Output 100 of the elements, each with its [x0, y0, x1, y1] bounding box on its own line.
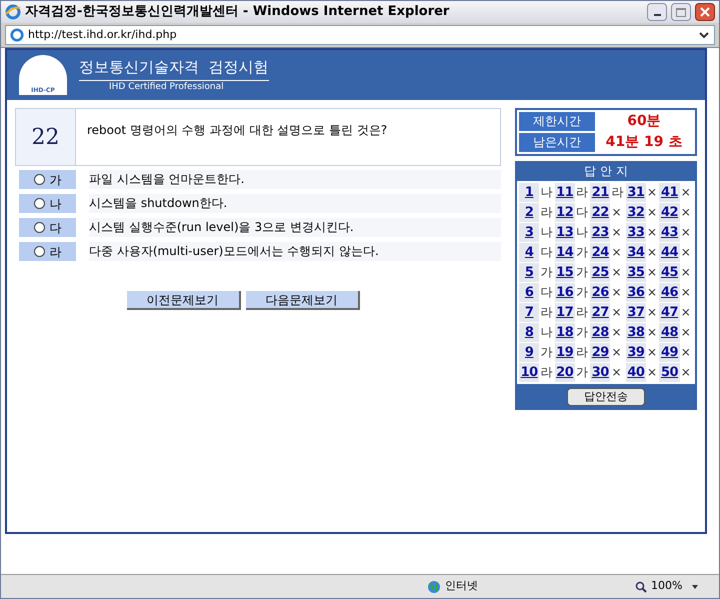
answer-mark: × — [610, 344, 623, 361]
question-link[interactable]: 39 — [626, 343, 646, 362]
zoom-icon[interactable] — [635, 580, 647, 592]
answer-mark: × — [610, 244, 623, 261]
answer-mark: 가 — [574, 264, 589, 281]
answer-mark: 라 — [574, 304, 589, 321]
globe-icon — [427, 580, 441, 594]
question-link[interactable]: 6 — [519, 283, 540, 302]
answer-mark: × — [646, 264, 658, 281]
question-link[interactable]: 10 — [519, 363, 540, 382]
question-link[interactable]: 11 — [554, 183, 575, 202]
question-link[interactable]: 36 — [626, 283, 646, 302]
answer-mark: × — [680, 304, 692, 321]
question-link[interactable]: 16 — [554, 283, 575, 302]
answer-mark: 라 — [574, 344, 589, 361]
minimize-button[interactable] — [647, 3, 667, 21]
question-link[interactable]: 19 — [554, 343, 575, 362]
url-text: http://test.ihd.or.kr/ihd.php — [28, 26, 178, 43]
answer-mark: × — [610, 224, 623, 241]
question-link[interactable]: 13 — [554, 223, 575, 242]
question-link[interactable]: 22 — [590, 203, 610, 222]
answer-mark: 다 — [539, 244, 554, 261]
question-link[interactable]: 17 — [554, 303, 575, 322]
answer-mark: × — [646, 304, 658, 321]
question-link[interactable]: 3 — [519, 223, 540, 242]
question-link[interactable]: 46 — [659, 283, 680, 302]
answer-mark: 가 — [574, 364, 589, 381]
question-link[interactable]: 9 — [519, 343, 540, 362]
answer-mark: × — [680, 264, 692, 281]
question-link[interactable]: 41 — [659, 183, 680, 202]
question-link[interactable]: 18 — [554, 323, 575, 342]
page-icon — [10, 28, 24, 42]
question-link[interactable]: 40 — [626, 363, 646, 382]
question-link[interactable]: 21 — [590, 183, 610, 202]
question-link[interactable]: 1 — [519, 183, 540, 202]
question-link[interactable]: 49 — [659, 343, 680, 362]
question-link[interactable]: 12 — [554, 203, 575, 222]
question-link[interactable]: 35 — [626, 263, 646, 282]
option-text: 파일 시스템을 언마운트한다. — [89, 170, 501, 189]
question-link[interactable]: 8 — [519, 323, 540, 342]
question-link[interactable]: 34 — [626, 243, 646, 262]
question-link[interactable]: 7 — [519, 303, 540, 322]
timer-value: 41분 19 초 — [604, 133, 684, 152]
close-button[interactable] — [695, 3, 715, 21]
question-link[interactable]: 38 — [626, 323, 646, 342]
zoom-level[interactable]: 100% — [651, 578, 691, 595]
close-icon — [700, 7, 710, 17]
question-link[interactable]: 50 — [659, 363, 680, 382]
question-link[interactable]: 24 — [590, 243, 610, 262]
question-link[interactable]: 42 — [659, 203, 680, 222]
answer-mark: 가 — [574, 324, 589, 341]
option-radio[interactable]: 다 — [19, 218, 76, 237]
answer-mark: × — [646, 184, 658, 201]
question-link[interactable]: 31 — [626, 183, 646, 202]
answer-mark: × — [610, 364, 623, 381]
answer-mark: 라 — [610, 184, 624, 201]
answer-mark: × — [680, 224, 692, 241]
question-link[interactable]: 37 — [626, 303, 646, 322]
answer-mark: × — [610, 204, 623, 221]
question-link[interactable]: 2 — [519, 203, 540, 222]
question-link[interactable]: 23 — [590, 223, 610, 242]
question-link[interactable]: 20 — [554, 363, 575, 382]
address-bar[interactable]: http://test.ihd.or.kr/ihd.php — [5, 25, 715, 45]
security-zone-text: 인터넷 — [445, 578, 479, 594]
caret-icon[interactable] — [691, 584, 699, 590]
option-radio[interactable]: 가 — [19, 170, 76, 189]
submit-answers-button[interactable]: 답안전송 — [567, 388, 645, 406]
previous-question-button[interactable]: 이전문제보기 — [126, 291, 240, 310]
question-link[interactable]: 47 — [659, 303, 680, 322]
question-link[interactable]: 4 — [519, 243, 540, 262]
option-text: 시스템 실행수준(run level)을 3으로 변경시킨다. — [89, 218, 501, 237]
question-link[interactable]: 28 — [590, 323, 610, 342]
option-radio[interactable]: 나 — [19, 194, 76, 213]
question-link[interactable]: 32 — [626, 203, 646, 222]
question-link[interactable]: 29 — [590, 343, 610, 362]
question-link[interactable]: 33 — [626, 223, 646, 242]
question-link[interactable]: 26 — [590, 283, 610, 302]
answer-mark: 라 — [539, 364, 554, 381]
answer-mark: 가 — [539, 264, 554, 281]
question-link[interactable]: 44 — [659, 243, 680, 262]
question-link[interactable]: 5 — [519, 263, 540, 282]
answer-mark: × — [646, 364, 658, 381]
answer-mark: × — [610, 324, 623, 341]
window-title: 자격검정-한국정보통신인력개발센터 - Windows Internet Explorer — [25, 3, 450, 22]
answer-mark: 가 — [574, 244, 589, 261]
answer-mark: × — [680, 244, 692, 261]
answer-mark: 라 — [539, 204, 554, 221]
question-link[interactable]: 30 — [590, 363, 610, 382]
answer-mark: 가 — [539, 344, 554, 361]
option-radio[interactable]: 라 — [19, 242, 76, 261]
question-link[interactable]: 15 — [554, 263, 575, 282]
answer-mark: × — [646, 284, 658, 301]
question-link[interactable]: 25 — [590, 263, 610, 282]
question-link[interactable]: 45 — [659, 263, 680, 282]
answer-mark: 나 — [539, 324, 554, 341]
question-link[interactable]: 27 — [590, 303, 610, 322]
question-link[interactable]: 14 — [554, 243, 575, 262]
question-link[interactable]: 43 — [659, 223, 680, 242]
next-question-button[interactable]: 다음문제보기 — [246, 291, 360, 310]
question-link[interactable]: 48 — [659, 323, 680, 342]
